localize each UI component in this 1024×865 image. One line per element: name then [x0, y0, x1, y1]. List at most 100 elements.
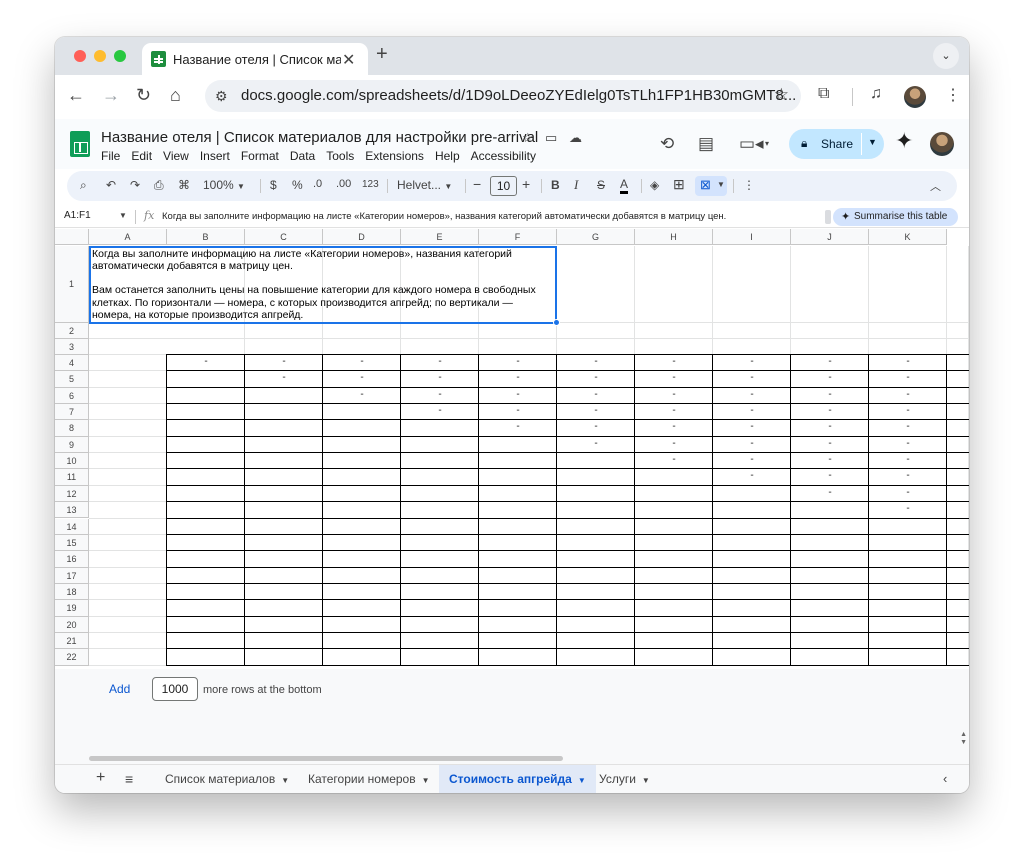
matrix-cell-dash[interactable]: - — [557, 405, 635, 416]
redo-icon[interactable]: ↷ — [130, 178, 140, 192]
menu-help[interactable]: Help — [435, 149, 460, 163]
row-header[interactable]: 7 — [55, 404, 89, 421]
font-size-increase-button[interactable]: + — [522, 176, 530, 192]
name-box[interactable]: A1:F1 — [64, 210, 91, 221]
menu-edit[interactable]: Edit — [131, 149, 152, 163]
row-header[interactable]: 12 — [55, 485, 89, 503]
row-header[interactable]: 20 — [55, 616, 89, 633]
matrix-cell-dash[interactable]: - — [635, 454, 713, 465]
back-icon[interactable]: ← — [67, 85, 85, 106]
matrix-cell-dash[interactable]: - — [713, 356, 791, 367]
zoom-select[interactable]: 100% ▼ — [203, 178, 245, 192]
undo-icon[interactable]: ↶ — [106, 178, 116, 192]
matrix-cell-dash[interactable]: - — [323, 372, 401, 383]
add-rows-button[interactable]: Add — [109, 682, 130, 696]
matrix-cell-dash[interactable]: - — [791, 421, 869, 432]
menu-accessibility[interactable]: Accessibility — [471, 149, 536, 163]
star-icon[interactable]: ☆ — [774, 85, 789, 105]
increase-decimal-button[interactable]: .00 — [336, 178, 351, 190]
close-window-button[interactable] — [74, 50, 86, 62]
matrix-cell-dash[interactable]: - — [713, 405, 791, 416]
sheet-tab-room-categories[interactable]: Категории номеров ▼ — [298, 765, 440, 793]
row-header[interactable]: 9 — [55, 436, 89, 454]
rows-count-input[interactable]: 1000 — [152, 677, 198, 701]
sheets-logo-icon[interactable] — [70, 131, 90, 157]
matrix-cell-dash[interactable]: - — [167, 356, 245, 367]
matrix-cell-dash[interactable]: - — [401, 405, 479, 416]
row-header[interactable]: 19 — [55, 600, 89, 617]
matrix-cell-dash[interactable]: - — [401, 389, 479, 400]
row-header[interactable]: 18 — [55, 583, 89, 601]
matrix-cell-dash[interactable]: - — [791, 454, 869, 465]
column-header[interactable]: G — [557, 229, 635, 245]
doc-title[interactable]: Название отеля | Список материалов для н… — [101, 129, 538, 146]
plus-icon[interactable]: + — [376, 43, 388, 66]
matrix-cell-dash[interactable]: - — [791, 389, 869, 400]
maximize-window-button[interactable] — [114, 50, 126, 62]
matrix-cell-dash[interactable]: - — [635, 372, 713, 383]
matrix-cell-dash[interactable]: - — [635, 438, 713, 449]
row-header[interactable]: 11 — [55, 469, 89, 486]
percent-format-button[interactable]: % — [292, 178, 303, 192]
home-icon[interactable]: ⌂ — [170, 85, 181, 106]
matrix-cell-dash[interactable]: - — [635, 421, 713, 432]
fill-handle[interactable] — [553, 319, 560, 326]
row-header[interactable]: 16 — [55, 551, 89, 568]
formula-content[interactable]: Когда вы заполните информацию на листе «… — [162, 211, 726, 222]
row-header[interactable]: 10 — [55, 453, 89, 470]
matrix-cell-dash[interactable]: - — [635, 405, 713, 416]
menu-file[interactable]: File — [101, 149, 120, 163]
matrix-cell-dash[interactable]: - — [869, 389, 947, 400]
matrix-cell-dash[interactable]: - — [557, 389, 635, 400]
column-header[interactable]: I — [713, 229, 791, 245]
meet-caret-icon[interactable]: ▾ — [765, 139, 769, 148]
minimize-window-button[interactable] — [94, 50, 106, 62]
scroll-tabs-left-icon[interactable]: ‹ — [943, 771, 947, 786]
matrix-cell-dash[interactable]: - — [791, 438, 869, 449]
share-button[interactable]: 🔒︎ Share ▼ — [789, 129, 884, 159]
column-header[interactable]: F — [479, 229, 557, 245]
reload-icon[interactable]: ↻ — [136, 85, 151, 106]
move-folder-icon[interactable]: ▭ — [545, 130, 557, 146]
row-header[interactable]: 17 — [55, 567, 89, 584]
meet-icon[interactable]: ▭◂ — [739, 134, 764, 154]
matrix-cell-dash[interactable]: - — [869, 487, 947, 498]
number-format-button[interactable]: 123 — [362, 179, 379, 190]
strikethrough-button[interactable]: S — [597, 178, 605, 192]
menu-data[interactable]: Data — [290, 149, 315, 163]
extensions-icon[interactable]: ⧉ — [818, 85, 829, 103]
name-box-caret-icon[interactable]: ▼ — [119, 211, 127, 220]
gemini-icon[interactable]: ✦ — [895, 128, 913, 154]
decrease-decimal-button[interactable]: .0 — [313, 178, 322, 190]
account-avatar[interactable] — [930, 132, 954, 156]
matrix-cell-dash[interactable]: - — [479, 356, 557, 367]
collapse-toolbar-icon[interactable]: ︿ — [930, 178, 941, 194]
column-header[interactable]: J — [791, 229, 869, 245]
tune-icon[interactable]: ⚙ — [215, 88, 228, 105]
row-header[interactable]: 21 — [55, 632, 89, 650]
matrix-cell-dash[interactable]: - — [869, 503, 947, 514]
matrix-cell-dash[interactable]: - — [713, 421, 791, 432]
more-tools-icon[interactable]: ⋮ — [743, 178, 755, 192]
matrix-cell-dash[interactable]: - — [713, 389, 791, 400]
history-icon[interactable]: ⟲ — [660, 134, 674, 154]
horizontal-scrollbar[interactable] — [89, 756, 563, 761]
matrix-cell-dash[interactable]: - — [557, 438, 635, 449]
matrix-cell-dash[interactable]: - — [479, 372, 557, 383]
matrix-cell-dash[interactable]: - — [869, 372, 947, 383]
matrix-cell-dash[interactable]: - — [479, 389, 557, 400]
matrix-cell-dash[interactable]: - — [245, 356, 323, 367]
borders-icon[interactable]: ⊞ — [673, 176, 685, 193]
matrix-cell-dash[interactable]: - — [869, 405, 947, 416]
comments-icon[interactable]: ▤ — [698, 134, 714, 154]
text-color-button[interactable]: A — [620, 178, 629, 194]
row-header[interactable]: 22 — [55, 649, 89, 666]
paint-format-icon[interactable]: ⌘ — [178, 178, 190, 192]
summarise-table-button[interactable]: ✦ Summarise this table — [833, 208, 958, 226]
menu-dots-icon[interactable]: ⋮ — [945, 85, 961, 105]
matrix-cell-dash[interactable]: - — [713, 454, 791, 465]
row-header[interactable]: 13 — [55, 502, 89, 519]
sheet-tab-upgrade-cost[interactable]: Стоимость апгрейда ▼ — [439, 765, 596, 793]
row-header[interactable]: 5 — [55, 371, 89, 388]
matrix-cell-dash[interactable]: - — [245, 372, 323, 383]
